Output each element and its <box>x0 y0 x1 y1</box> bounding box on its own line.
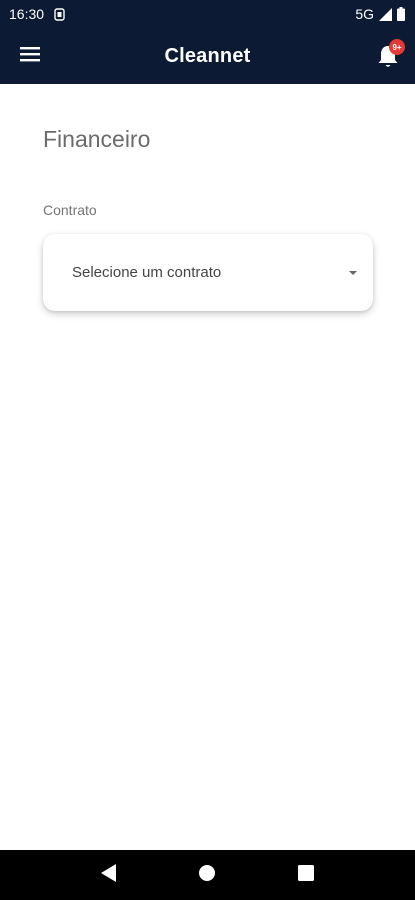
caret-down-icon <box>349 270 357 275</box>
signal-icon <box>379 7 392 21</box>
sim-icon <box>54 7 65 21</box>
home-button[interactable] <box>192 860 222 890</box>
contract-select[interactable]: Selecione um contrato <box>43 234 373 311</box>
menu-button[interactable] <box>20 46 40 66</box>
app-bar: Cleannet 9+ <box>0 28 415 84</box>
back-icon <box>101 863 117 887</box>
notifications-button[interactable]: 9+ <box>374 39 405 70</box>
network-type: 5G <box>355 6 374 22</box>
recents-icon <box>297 864 314 886</box>
page-title: Financeiro <box>43 126 151 152</box>
recents-button[interactable] <box>291 860 321 890</box>
battery-icon <box>397 7 405 21</box>
home-icon <box>198 864 216 887</box>
main-content: Financeiro Contrato Selecione um contrat… <box>0 84 415 850</box>
status-right: 5G <box>355 6 405 22</box>
back-button[interactable] <box>94 860 124 890</box>
menu-icon <box>20 46 40 67</box>
contract-label: Contrato <box>43 202 97 218</box>
contract-select-placeholder: Selecione um contrato <box>72 264 222 281</box>
app-title: Cleannet <box>164 44 251 67</box>
notification-badge: 9+ <box>389 39 405 55</box>
system-nav-bar <box>0 850 415 900</box>
status-bar: 16:30 5G <box>0 0 415 28</box>
status-left: 16:30 <box>9 6 65 22</box>
status-time: 16:30 <box>9 6 45 22</box>
